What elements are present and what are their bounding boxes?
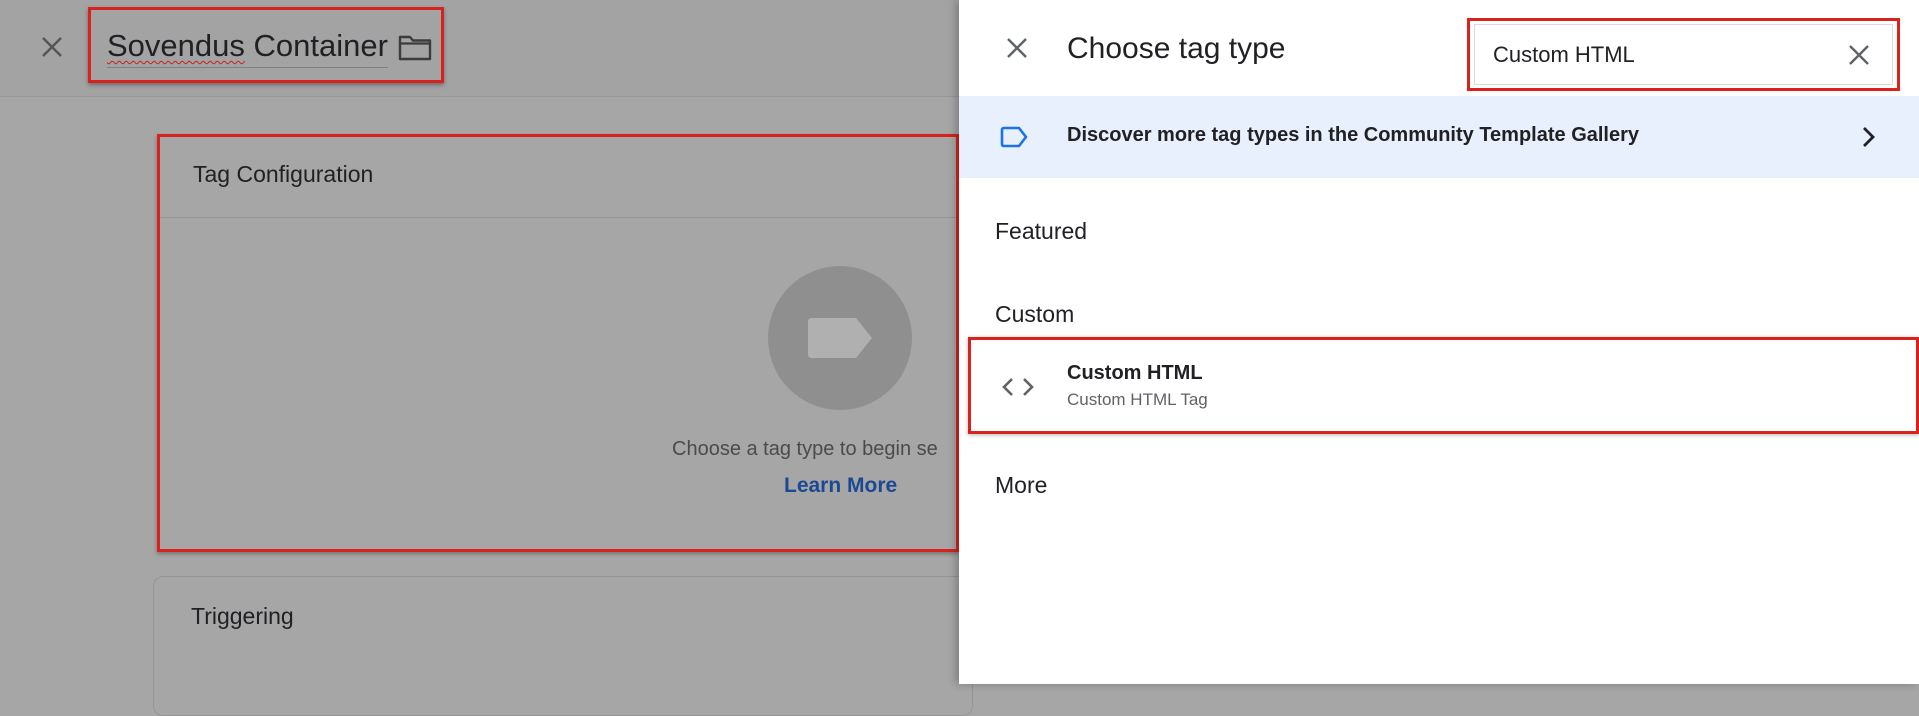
tag-editor: Sovendus Container Tag Configuration Cho… bbox=[0, 0, 973, 716]
tag-outline-icon bbox=[1000, 126, 1028, 148]
panel-close-button[interactable] bbox=[999, 30, 1035, 66]
tag-type-title: Custom HTML bbox=[1067, 362, 1203, 384]
tag-configuration-card: Tag Configuration Choose a tag type to b… bbox=[157, 134, 959, 552]
code-icon bbox=[1002, 378, 1034, 396]
choose-tag-type-panel: Choose tag type Discover more tag types … bbox=[959, 0, 1919, 684]
tag-placeholder-circle bbox=[768, 266, 912, 410]
folder-icon bbox=[398, 35, 432, 61]
triggering-card[interactable]: Triggering bbox=[153, 576, 973, 716]
search-input[interactable] bbox=[1493, 39, 1823, 71]
editor-close-button[interactable] bbox=[34, 29, 70, 65]
community-gallery-banner[interactable]: Discover more tag types in the Community… bbox=[959, 96, 1919, 178]
section-custom: Custom bbox=[995, 301, 1075, 327]
tag-type-item-custom-html[interactable]: Custom HTML Custom HTML Tag bbox=[968, 337, 1919, 434]
tag-name-misspelled-word: Sovendus bbox=[107, 28, 245, 63]
tag-icon bbox=[808, 318, 872, 358]
section-more: More bbox=[995, 472, 1048, 498]
tag-configuration-hint: Choose a tag type to begin se bbox=[672, 438, 938, 460]
tag-name-rest: Container bbox=[244, 28, 388, 63]
tag-configuration-title: Tag Configuration bbox=[193, 161, 374, 187]
close-icon bbox=[1007, 38, 1027, 58]
folder-button[interactable] bbox=[398, 33, 432, 61]
section-featured: Featured bbox=[995, 218, 1088, 244]
search-clear-button[interactable] bbox=[1841, 37, 1877, 73]
community-gallery-text: Discover more tag types in the Community… bbox=[1067, 124, 1640, 146]
learn-more-link[interactable]: Learn More bbox=[784, 474, 897, 498]
tag-type-subtitle: Custom HTML Tag bbox=[1067, 390, 1208, 409]
search-box bbox=[1474, 24, 1893, 85]
close-icon bbox=[42, 37, 62, 57]
editor-header: Sovendus Container bbox=[0, 0, 959, 97]
panel-title: Choose tag type bbox=[1067, 32, 1286, 65]
chevron-right-icon bbox=[1863, 127, 1875, 147]
triggering-title: Triggering bbox=[191, 603, 294, 629]
close-icon bbox=[1849, 45, 1869, 65]
tag-name-field[interactable]: Sovendus Container bbox=[107, 28, 388, 68]
